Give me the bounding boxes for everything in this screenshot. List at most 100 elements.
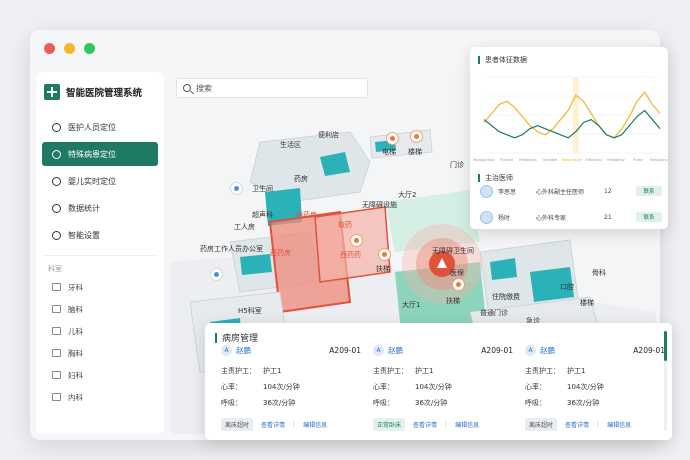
map-label: 普通门诊 bbox=[480, 309, 508, 317]
view-detail-link[interactable]: 查看详情 bbox=[413, 420, 437, 429]
edit-info-link[interactable]: 编辑信息 bbox=[303, 420, 327, 429]
ward-footer: 离床超时 查看详情 | 编辑信息 bbox=[221, 418, 361, 431]
map-label: 医保 bbox=[450, 269, 464, 277]
ward-card: 病房管理 A 赵鹏 A209-01 主责护工： 护工1 心率： 104次/分钟 呼吸： 36次/… bbox=[205, 323, 672, 440]
ward-room: A209-01 bbox=[633, 346, 665, 355]
ward-badge: A bbox=[525, 345, 536, 356]
map-pin-icon[interactable] bbox=[410, 130, 423, 143]
view-detail-link[interactable]: 查看详情 bbox=[261, 420, 285, 429]
medical-cross-icon bbox=[44, 84, 60, 100]
map-label: 扶梯 bbox=[446, 297, 460, 305]
minimize-window-button[interactable] bbox=[64, 42, 75, 54]
map-label: 扶梯 bbox=[376, 265, 390, 273]
ward-hr-row: 心率： 104次/分钟 bbox=[221, 382, 361, 392]
status-badge: 离床超时 bbox=[525, 418, 558, 431]
sidebar-item-label: 数据统计 bbox=[68, 203, 100, 213]
map-pin-icon[interactable] bbox=[230, 182, 243, 195]
ward-value: 36次/分钟 bbox=[567, 399, 600, 407]
map-pin-icon[interactable] bbox=[452, 278, 465, 291]
doctor-row: 李思思 心外科副主任医师 12 联系 bbox=[476, 181, 662, 201]
ward-room: A209-01 bbox=[329, 346, 361, 355]
department-label: 牙科 bbox=[68, 282, 83, 292]
sidebar-item-0[interactable]: 医护人员定位 bbox=[42, 115, 158, 139]
edit-info-link[interactable]: 编辑信息 bbox=[607, 420, 631, 429]
map-label: 骨科 bbox=[592, 269, 606, 277]
map-label: 无障碍卫生间 bbox=[432, 247, 474, 255]
department-item[interactable]: 儿科 bbox=[36, 320, 164, 342]
ward-hr-row: 心率： 104次/分钟 bbox=[373, 382, 513, 392]
ward-key: 主责护工： bbox=[221, 367, 256, 375]
ward-key: 主责护工： bbox=[373, 367, 408, 375]
sidebar-item-3[interactable]: 数据统计 bbox=[42, 196, 158, 220]
ward-nurse-row: 主责护工： 护工1 bbox=[221, 366, 361, 376]
department-section-label: 科室 bbox=[48, 265, 62, 273]
chart-x-tick-label: Metabolic bbox=[519, 158, 536, 162]
ward-value: 104次/分钟 bbox=[415, 383, 452, 391]
ward-badge: A bbox=[221, 345, 232, 356]
search-input[interactable]: 搜索 bbox=[196, 83, 212, 94]
ward-value: 104次/分钟 bbox=[567, 383, 604, 391]
department-icon bbox=[52, 327, 61, 335]
sidebar-item-4[interactable]: 智能设置 bbox=[42, 223, 158, 247]
map-pin-icon[interactable] bbox=[378, 248, 391, 261]
sidebar-item-2[interactable]: 婴儿实时定位 bbox=[42, 169, 158, 193]
ward-header: A 赵鹏 A209-01 bbox=[221, 345, 361, 356]
edit-info-link[interactable]: 编辑信息 bbox=[455, 420, 479, 429]
scrollbar-thumb[interactable] bbox=[664, 331, 667, 361]
map-label: 生活区 bbox=[280, 141, 301, 149]
sidebar-item-label: 医护人员定位 bbox=[68, 122, 116, 132]
maximize-window-button[interactable] bbox=[84, 42, 95, 54]
map-pin-icon[interactable] bbox=[350, 234, 363, 247]
department-item[interactable]: 胸科 bbox=[36, 342, 164, 364]
department-item[interactable]: 牙科 bbox=[36, 276, 164, 298]
ward-rr-row: 呼吸： 36次/分钟 bbox=[221, 398, 361, 408]
chart-x-tick-label: Variable bbox=[543, 158, 558, 162]
department-list: 牙科脑科 儿科胸科妇科内科 bbox=[36, 276, 164, 408]
ward-footer: 正常卧床 查看详情 | 编辑信息 bbox=[373, 418, 513, 431]
department-icon bbox=[52, 283, 61, 291]
ward-rr-row: 呼吸： 36次/分钟 bbox=[373, 398, 513, 408]
department-item[interactable]: 妇科 bbox=[36, 364, 164, 386]
map-label: 无障碍设施 bbox=[362, 201, 397, 209]
contact-button[interactable]: 联系 bbox=[636, 186, 662, 196]
chart-x-tick-label: Efficiency bbox=[585, 158, 603, 162]
sidebar-item-1[interactable]: 特殊病患定位 bbox=[42, 142, 158, 166]
ward-value: 护工1 bbox=[415, 367, 434, 375]
doctor-name: 杨时 bbox=[498, 214, 511, 222]
doctor-title: 心外科专家 bbox=[536, 214, 567, 222]
ward-nurse[interactable]: A 赵鹏 bbox=[525, 345, 555, 356]
app-title: 智能医院管理系统 bbox=[66, 88, 143, 99]
department-item[interactable]: 脑科 bbox=[36, 298, 164, 320]
ward-key: 呼吸： bbox=[221, 399, 242, 407]
department-label: 胸科 bbox=[68, 348, 83, 358]
ward-key: 心率： bbox=[373, 383, 394, 391]
department-label: 妇科 bbox=[68, 370, 83, 380]
divider bbox=[42, 255, 158, 256]
map-label: H5科室 bbox=[238, 307, 262, 315]
chart-x-tick-label: Pulse bbox=[633, 158, 643, 162]
map-label: 住院缴费 bbox=[492, 293, 520, 301]
map-pin-icon[interactable] bbox=[210, 268, 223, 281]
search-box[interactable]: 搜索 bbox=[176, 78, 368, 98]
ward-key: 呼吸： bbox=[373, 399, 394, 407]
chart-x-tick-label: Reliability bbox=[607, 158, 625, 162]
map-label: 药房 bbox=[294, 175, 308, 183]
map-pin-icon[interactable] bbox=[386, 132, 399, 145]
ward-item: A 赵鹏 A209-01 主责护工： 护工1 心率： 104次/分钟 呼吸： 36次/分钟 离床超… bbox=[221, 345, 361, 435]
map-label: 门诊 bbox=[450, 161, 464, 169]
sidebar-item-label: 婴儿实时定位 bbox=[68, 176, 116, 186]
ward-header: A 赵鹏 A209-01 bbox=[373, 345, 513, 356]
ward-badge: A bbox=[373, 345, 384, 356]
contact-button[interactable]: 联系 bbox=[636, 212, 662, 222]
map-label: 大厅1 bbox=[402, 301, 421, 309]
ward-item: A 赵鹏 A209-01 主责护工： 护工1 心率： 104次/分钟呼吸： 36次/分钟 正常卧… bbox=[373, 345, 513, 435]
chart-x-tick-label: Respiratory bbox=[562, 158, 583, 162]
department-item[interactable]: 内科 bbox=[36, 386, 164, 408]
ward-key: 心率： bbox=[525, 383, 546, 391]
sidebar: 智能医院管理系统 医护人员定位特殊病患定位婴儿实时定位 数据统计智能设置 科室 牙… bbox=[36, 72, 164, 434]
ward-nurse[interactable]: A 赵鹏 bbox=[373, 345, 403, 356]
view-detail-link[interactable]: 查看详情 bbox=[565, 420, 589, 429]
ward-nurse[interactable]: A 赵鹏 bbox=[221, 345, 251, 356]
map-label: 电梯 bbox=[382, 148, 396, 156]
close-window-button[interactable] bbox=[44, 42, 55, 54]
